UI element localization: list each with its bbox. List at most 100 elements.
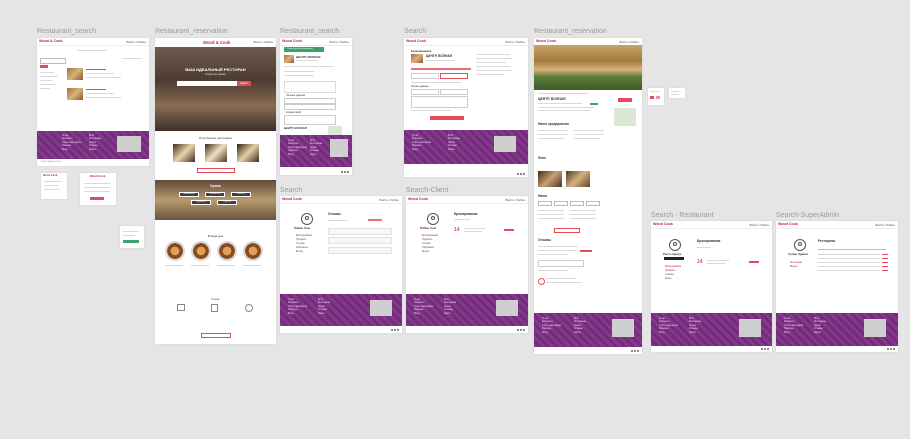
restaurant-name[interactable] [86, 69, 106, 71]
full-menu-button[interactable] [554, 228, 580, 233]
header-login-link[interactable]: Войти / Рабин [379, 198, 399, 202]
footer-map[interactable] [864, 319, 886, 337]
footer-links[interactable]: О нас Контакты Стать партнером Помощь Вх… [414, 298, 433, 315]
sidebar-link[interactable]: Отзывы [296, 242, 305, 245]
row-action[interactable] [882, 262, 888, 263]
footer-links-2[interactable]: Блог Рестораны Акции Отзывы Карта [310, 139, 322, 156]
confirm-button[interactable] [123, 240, 139, 243]
sidebar-link[interactable]: Выход [422, 250, 429, 253]
footer-map[interactable] [739, 319, 761, 337]
brand-logo[interactable]: Wood & Cook [203, 40, 230, 45]
footer-link[interactable]: Вход [414, 312, 433, 315]
footer-map[interactable] [494, 136, 516, 152]
restaurant-hero-photo[interactable] [534, 45, 642, 90]
footer-links-2[interactable]: Блог Рестораны Акции Отзывы Карта [574, 317, 586, 334]
footer-link[interactable]: Карта [689, 331, 701, 334]
footer-links[interactable]: О нас Контакты Стать партнером Помощь Вх… [62, 134, 81, 151]
comment-field[interactable] [284, 115, 336, 125]
row-action[interactable] [882, 270, 888, 271]
frame-label[interactable]: Restaurant_reservation [155, 28, 228, 35]
footer-link[interactable]: Вход [288, 312, 307, 315]
frame-label[interactable]: Restaurant_reservation [534, 28, 607, 35]
footer-link[interactable]: Карта [89, 148, 101, 151]
sidebar-link[interactable]: Выход [296, 250, 303, 253]
kitchen-chip[interactable]: Японская [231, 192, 251, 197]
sidebar-link[interactable]: Бронирования [296, 234, 312, 237]
hero-search-input[interactable] [177, 81, 237, 86]
header-login-link[interactable]: Войти / Рабин [875, 223, 895, 227]
footer-map[interactable] [117, 136, 141, 152]
city-select[interactable] [40, 58, 66, 64]
footer-link[interactable]: Вход [784, 331, 803, 334]
header-login-link[interactable]: Войти / Рабин [126, 40, 146, 44]
sidebar-link[interactable]: Меню [665, 277, 671, 280]
cancel-reservation-link[interactable] [749, 261, 759, 263]
brand-logo[interactable]: Wood Cook [653, 222, 673, 226]
sidebar-link[interactable]: Бронирования [665, 265, 681, 268]
frame-label[interactable]: Search [404, 28, 426, 35]
frame-restaurant-search[interactable]: Wood & Cook Войти / Рабин О нас Контакты… [37, 38, 149, 166]
dish-photo[interactable] [191, 241, 211, 261]
social-icons[interactable] [630, 350, 639, 353]
restaurant-photo[interactable] [67, 88, 83, 100]
frame-label[interactable]: Restaurant_search [37, 28, 96, 35]
sort-line[interactable] [122, 58, 142, 60]
footer-links-2[interactable]: Блог Рестораны Акции Отзывы Карта [448, 134, 460, 151]
order-row[interactable] [328, 228, 392, 235]
restaurant-photo[interactable] [67, 68, 83, 80]
row-action[interactable] [882, 254, 888, 255]
social-icons[interactable] [390, 329, 399, 332]
order-row[interactable] [328, 237, 392, 244]
frame-profile-search[interactable]: Wood Cook Войти / Рабин Рабин Сем Бронир… [280, 196, 402, 333]
row-action[interactable] [882, 258, 888, 259]
footer-links[interactable]: О нас Контакты Стать партнером Помощь Вх… [784, 317, 803, 334]
mini-date-chip[interactable] [650, 96, 654, 99]
brand-logo[interactable]: Wood Cook [282, 197, 302, 201]
dish-photo[interactable] [243, 241, 263, 261]
brand-logo[interactable]: Wood Cook [778, 222, 798, 226]
mini-tooltip-component[interactable] [669, 88, 685, 98]
footer-links[interactable]: О нас Контакты Стать партнером Помощь Вх… [412, 134, 431, 151]
popular-photo[interactable] [237, 144, 259, 162]
social-icons[interactable] [886, 348, 895, 351]
date-field[interactable] [411, 73, 439, 79]
footer-map[interactable] [496, 300, 518, 316]
social-icons[interactable] [340, 171, 349, 174]
footer-map[interactable] [330, 139, 348, 157]
brand-logo[interactable]: Wood Cook [408, 197, 428, 201]
social-icons[interactable] [516, 329, 525, 332]
header-login-link[interactable]: Войти / Рабин [749, 223, 769, 227]
footer-links-2[interactable]: Блог Рестораны Акции Отзывы Карта [89, 134, 101, 151]
header-login-link[interactable]: Войти / Рабин [505, 40, 525, 44]
frame-label[interactable]: Search-SuperAdmin [776, 212, 839, 219]
frame-search-superadmin[interactable]: Wood Cook Войти / Рабин Супер Админ Рест… [776, 221, 898, 352]
filter-chip[interactable] [368, 219, 382, 221]
gallery-photo[interactable] [566, 171, 590, 187]
frame-label[interactable]: Search-Client [406, 187, 448, 194]
sidebar-link[interactable]: Избранное [422, 246, 434, 249]
phone-field[interactable] [440, 89, 468, 95]
row-action[interactable] [882, 266, 888, 267]
frame-label[interactable]: Search - Restaurant [651, 212, 714, 219]
gallery-photo[interactable] [538, 171, 562, 187]
footer-link[interactable]: Вход [659, 331, 678, 334]
footer-link[interactable]: Карта [444, 312, 456, 315]
footer-link[interactable]: Карта [448, 148, 460, 151]
cancel-reservation-link[interactable] [504, 229, 514, 231]
sidebar-link[interactable]: Избранное [296, 246, 308, 249]
show-more-button[interactable] [197, 168, 235, 173]
brand-logo[interactable]: Wood Cook [282, 39, 302, 43]
brand-logo[interactable]: Wood & Cook [39, 39, 63, 43]
header-login-link[interactable]: Войти / Рабин [329, 40, 349, 44]
brand-logo[interactable]: Wood Cook [406, 39, 426, 43]
footer-map[interactable] [370, 300, 392, 316]
restaurant-name[interactable] [86, 89, 106, 91]
footer-links-2[interactable]: Блог Рестораны Акции Отзывы Карта [814, 317, 826, 334]
sidebar-link[interactable]: Профиль [665, 269, 675, 272]
social-icons[interactable] [760, 348, 769, 351]
frame-landing[interactable]: Wood & Cook Войти / Рабин ВАШ ИДЕАЛЬНЫЙ … [155, 38, 276, 344]
name-field[interactable] [411, 89, 439, 95]
table-row[interactable] [818, 266, 880, 267]
dish-photo[interactable] [165, 241, 185, 261]
menu-tab[interactable] [538, 201, 552, 206]
